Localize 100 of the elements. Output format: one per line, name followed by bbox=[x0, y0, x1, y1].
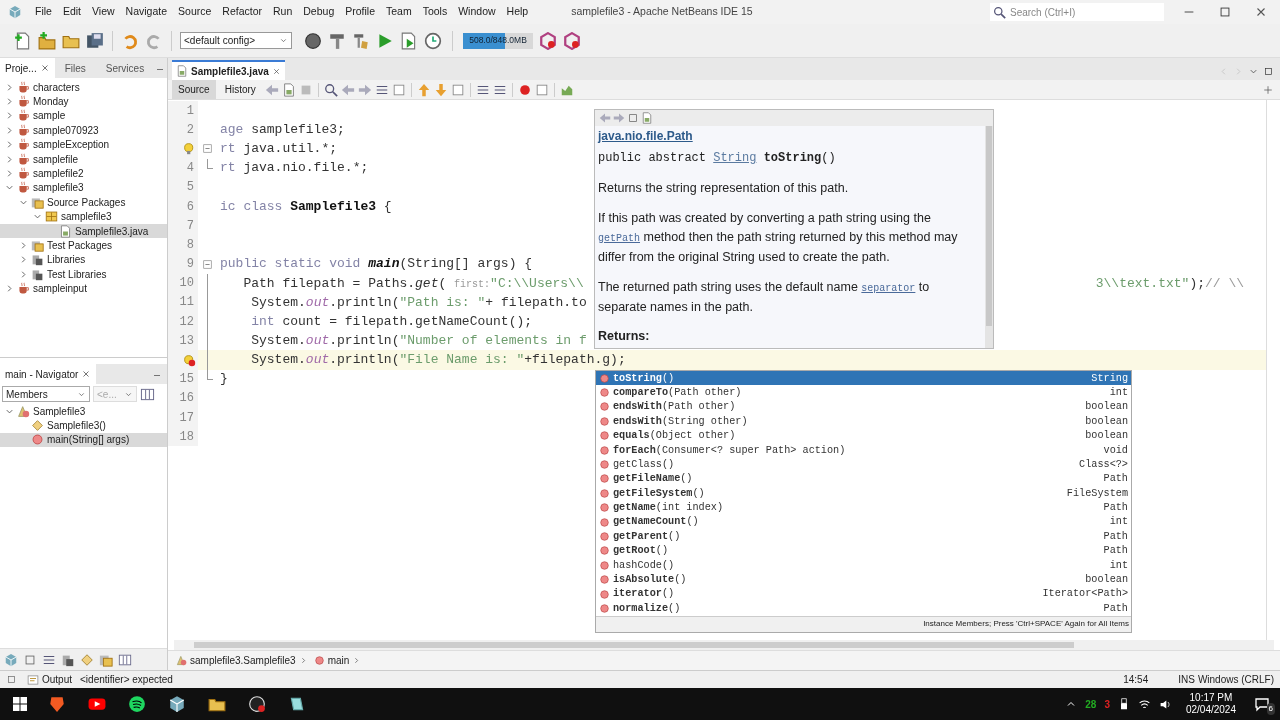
panels-icon[interactable] bbox=[140, 386, 155, 402]
breadcrumb[interactable]: main bbox=[313, 653, 362, 668]
menu-item[interactable]: View bbox=[87, 4, 120, 20]
tray-counter[interactable]: 28 bbox=[1085, 696, 1097, 712]
completion-item[interactable]: getFileName() Path bbox=[596, 471, 1131, 487]
tree-item[interactable]: sampleException bbox=[0, 137, 167, 152]
close-icon[interactable] bbox=[39, 63, 50, 73]
view-tab[interactable]: History bbox=[218, 80, 262, 99]
search-icon[interactable] bbox=[323, 82, 338, 97]
tree-item[interactable]: sample070923 bbox=[0, 123, 167, 138]
completion-item[interactable]: forEach(Consumer<? super Path> action) void bbox=[596, 442, 1131, 458]
maximize-icon[interactable] bbox=[1218, 5, 1232, 19]
completion-item[interactable]: hashCode() int bbox=[596, 558, 1131, 573]
completion-item[interactable]: getRoot() Path bbox=[596, 543, 1131, 559]
chat-icon[interactable] bbox=[1254, 696, 1270, 712]
tree-item[interactable]: Samplefile3.java bbox=[0, 223, 167, 239]
completion-item[interactable]: endsWith(String other) boolean bbox=[596, 414, 1131, 429]
fold-icon[interactable] bbox=[202, 258, 213, 270]
tree-item[interactable]: samplefile2 bbox=[0, 166, 167, 181]
completion-item[interactable]: iterator() Iterator<Path> bbox=[596, 586, 1131, 602]
type-link[interactable]: String bbox=[713, 151, 757, 165]
tree-item[interactable]: sample bbox=[0, 108, 167, 124]
menu-item[interactable]: Source bbox=[173, 4, 217, 20]
class-link[interactable]: java.nio.file.Path bbox=[598, 127, 971, 146]
cube-icon[interactable] bbox=[168, 695, 186, 713]
tree-item[interactable]: samplefile3 bbox=[0, 209, 167, 224]
tree-item[interactable]: Test Packages bbox=[0, 238, 167, 253]
wifi-icon[interactable] bbox=[1137, 697, 1151, 711]
tree-item[interactable]: main(String[] args) bbox=[0, 432, 167, 448]
tree-item[interactable]: Test Libraries bbox=[0, 267, 167, 282]
menu-item[interactable]: Team bbox=[381, 4, 417, 20]
close-icon[interactable] bbox=[81, 369, 92, 379]
view-tab[interactable]: Source bbox=[172, 80, 216, 99]
new-folder-icon[interactable] bbox=[38, 31, 56, 50]
arrow-down-icon[interactable] bbox=[433, 82, 448, 97]
tree-item[interactable]: characters bbox=[0, 80, 167, 95]
output-tab[interactable]: Output bbox=[27, 672, 73, 687]
lightbulb-icon[interactable] bbox=[183, 142, 196, 156]
completion-item[interactable]: compareTo(Path other) int bbox=[596, 385, 1131, 400]
tree-item[interactable]: Samplefile3() bbox=[0, 418, 167, 433]
diamond-icon[interactable] bbox=[80, 652, 94, 667]
completion-item[interactable]: isAbsolute() boolean bbox=[596, 572, 1131, 587]
completion-item[interactable]: endsWith(Path other) boolean bbox=[596, 399, 1131, 415]
tree-item[interactable]: samplefile bbox=[0, 151, 167, 167]
window-icon[interactable] bbox=[627, 112, 639, 124]
completion-item[interactable]: toString() String bbox=[596, 371, 1131, 386]
menu-item[interactable]: Window bbox=[453, 4, 501, 20]
panels-icon[interactable] bbox=[118, 652, 132, 667]
hammer-icon[interactable] bbox=[328, 31, 346, 50]
completion-item[interactable]: getParent() Path bbox=[596, 529, 1131, 544]
arrow-up-icon[interactable] bbox=[416, 82, 431, 97]
config-dropdown[interactable]: <default config> bbox=[180, 32, 292, 49]
tray-counter[interactable]: 3 bbox=[1104, 696, 1110, 712]
shield-icon[interactable] bbox=[48, 695, 66, 713]
breadcrumb[interactable]: samplefile3.Samplefile3 bbox=[176, 653, 308, 668]
hexagon-icon[interactable] bbox=[563, 31, 581, 50]
panel-tab[interactable]: Proje... bbox=[0, 58, 55, 78]
menu-item[interactable]: Run bbox=[268, 4, 298, 20]
page-icon[interactable] bbox=[641, 112, 653, 124]
panel-tab[interactable]: main - Navigator bbox=[0, 364, 97, 384]
music-icon[interactable] bbox=[128, 695, 146, 713]
fold-icon[interactable] bbox=[202, 143, 213, 155]
new-file-icon[interactable] bbox=[14, 31, 32, 50]
menu-item[interactable]: Tools bbox=[417, 4, 453, 20]
tree-item[interactable]: Libraries bbox=[0, 252, 167, 268]
add-icon[interactable] bbox=[1262, 83, 1274, 96]
square-icon[interactable] bbox=[23, 652, 37, 667]
search-field[interactable]: Search (Ctrl+I) bbox=[990, 3, 1164, 21]
tree-item[interactable]: Source Packages bbox=[0, 195, 167, 210]
clock-icon[interactable] bbox=[424, 31, 442, 50]
doc-link[interactable]: getPath bbox=[598, 233, 640, 244]
completion-item[interactable]: equals(Object other) boolean bbox=[596, 428, 1131, 443]
members-dropdown[interactable]: Members bbox=[2, 386, 90, 402]
page-play-icon[interactable] bbox=[400, 31, 418, 50]
record-circle-icon[interactable] bbox=[248, 695, 266, 713]
menu-item[interactable]: Navigate bbox=[120, 4, 173, 20]
back-icon[interactable] bbox=[599, 112, 611, 124]
play-icon[interactable] bbox=[376, 31, 394, 50]
square-icon[interactable] bbox=[6, 674, 17, 685]
close-icon[interactable] bbox=[271, 66, 281, 76]
page-back-icon[interactable] bbox=[264, 82, 279, 97]
page-icon[interactable] bbox=[281, 82, 296, 97]
disk-icon[interactable] bbox=[86, 31, 104, 50]
windows-icon[interactable] bbox=[12, 696, 28, 712]
menu-item[interactable]: Profile bbox=[340, 4, 380, 20]
menu-item[interactable]: Help bbox=[501, 4, 534, 20]
completion-item[interactable]: getName(int index) Path bbox=[596, 500, 1131, 515]
stop-icon[interactable] bbox=[534, 82, 549, 97]
hexagon-icon[interactable] bbox=[539, 31, 557, 50]
notepad-icon[interactable] bbox=[288, 695, 306, 713]
record-icon[interactable] bbox=[517, 82, 532, 97]
editor-tab[interactable]: Samplefile3.java bbox=[172, 60, 285, 80]
menu-item[interactable]: Refactor bbox=[217, 4, 267, 20]
tree-item[interactable]: Samplefile3 bbox=[0, 404, 167, 419]
error-bulb-icon[interactable] bbox=[183, 353, 196, 367]
menu-item[interactable]: Edit bbox=[57, 4, 86, 20]
completion-item[interactable]: getFileSystem() FileSystem bbox=[596, 486, 1131, 501]
tree-item[interactable]: samplefile3 bbox=[0, 180, 167, 196]
completion-item[interactable]: getClass() Class<?> bbox=[596, 457, 1131, 472]
completion-item[interactable]: normalize() Path bbox=[596, 601, 1131, 616]
